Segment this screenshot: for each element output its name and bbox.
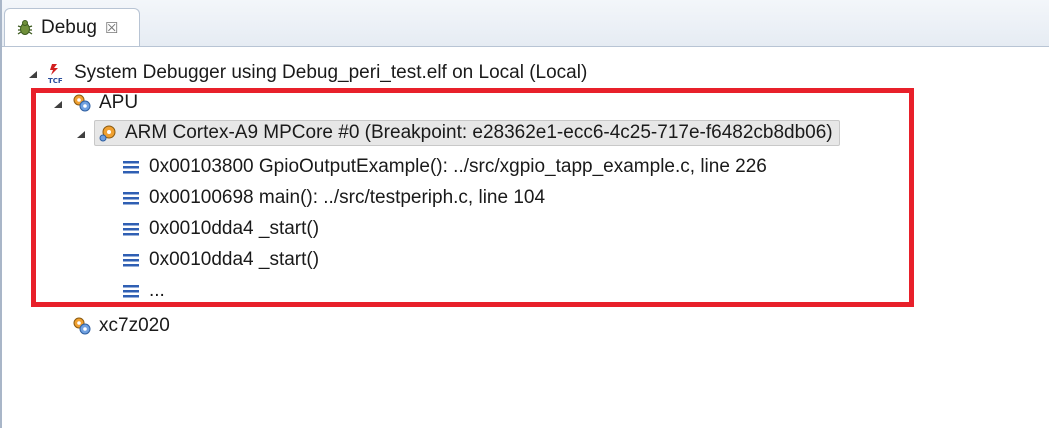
annotation-highlight-box [31,88,914,307]
collapse-triangle-icon[interactable] [26,66,40,80]
tree-item-session-label: System Debugger using Debug_peri_test.el… [74,62,588,83]
tab-debug[interactable]: Debug ☒ [4,8,140,46]
view-tab-bar: Debug ☒ [2,0,1049,47]
tree-item-session[interactable]: TCF System Debugger using Debug_peri_tes… [26,59,587,87]
tab-debug-label: Debug [41,16,97,38]
tree-item-fpga-label: xc7z020 [99,315,170,336]
tree-item-fpga[interactable]: xc7z020 [71,312,170,340]
tcf-session-icon: TCF [46,62,68,85]
debug-bug-icon [15,18,35,38]
processor-group-icon [71,315,93,337]
svg-text:TCF: TCF [48,77,63,84]
view-frame-border [0,0,2,428]
close-icon[interactable]: ☒ [105,19,118,37]
